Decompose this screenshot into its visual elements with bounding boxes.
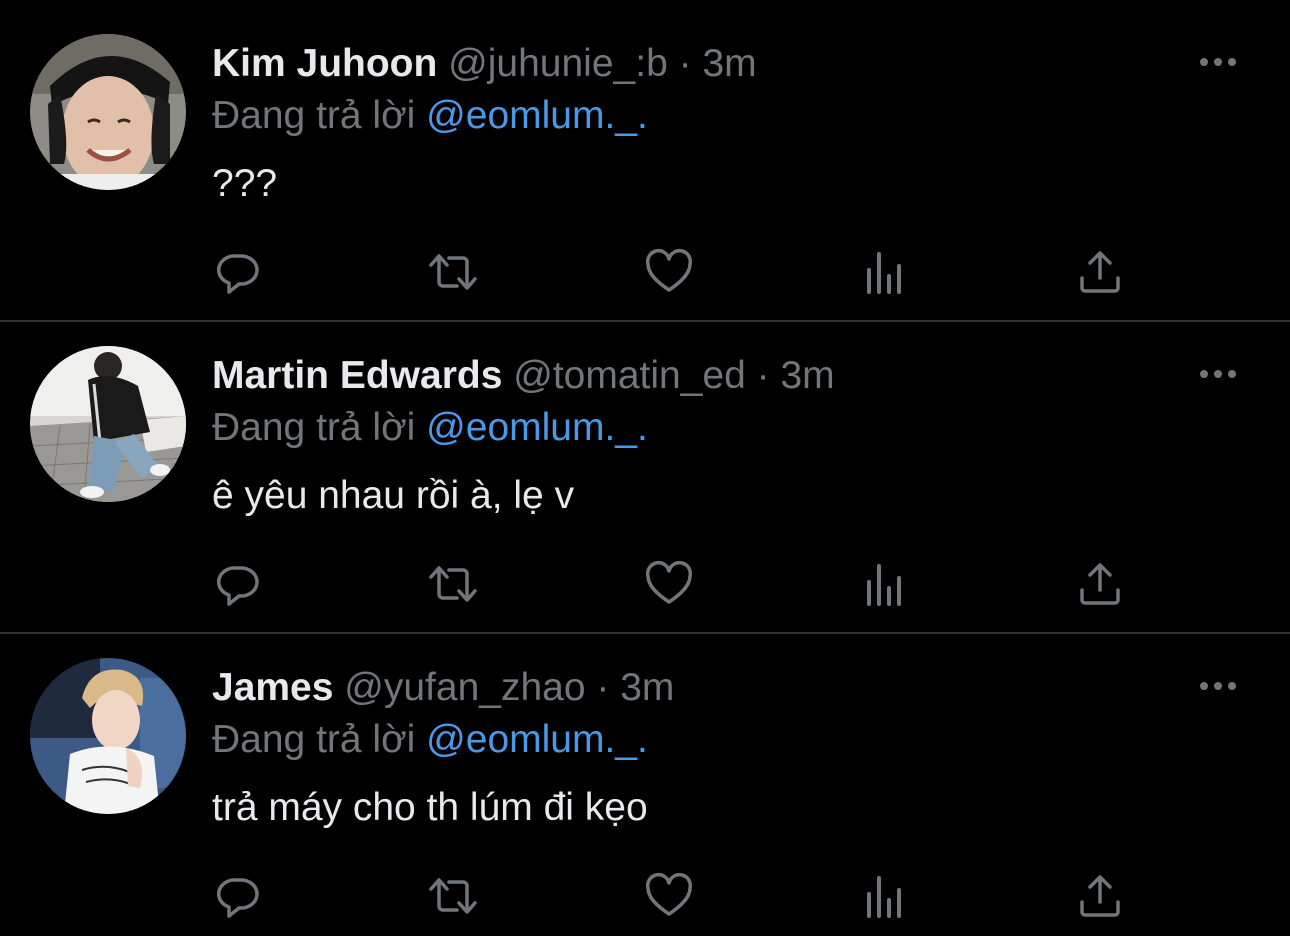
timestamp[interactable]: 3m xyxy=(780,354,834,397)
like-icon[interactable] xyxy=(643,558,695,610)
separator-dot: · xyxy=(678,42,692,85)
replying-to-line: Đang trả lời @eomlum._. xyxy=(212,716,648,764)
replying-to-line: Đang trả lời @eomlum._. xyxy=(212,92,648,140)
tweet-actions xyxy=(0,558,1290,610)
like-icon[interactable] xyxy=(643,870,695,922)
replying-to-label: Đang trả lời xyxy=(212,718,416,761)
tweet-text: ê yêu nhau rồi à, lẹ v xyxy=(212,474,575,517)
display-name[interactable]: Kim Juhoon xyxy=(212,42,437,85)
more-options-icon[interactable] xyxy=(1198,52,1238,72)
mention-link[interactable]: @eomlum._. xyxy=(426,94,648,137)
tweet-text: trả máy cho th lúm đi kẹo xyxy=(212,786,648,829)
tweet-header: Kim Juhoon @juhunie_:b · 3m xyxy=(212,40,757,88)
avatar[interactable] xyxy=(30,34,186,190)
retweet-icon[interactable] xyxy=(427,558,479,610)
share-icon[interactable] xyxy=(1074,558,1126,610)
retweet-icon[interactable] xyxy=(427,870,479,922)
tweet-header: James @yufan_zhao · 3m xyxy=(212,664,674,712)
share-icon[interactable] xyxy=(1074,870,1126,922)
timestamp[interactable]: 3m xyxy=(620,666,674,709)
more-options-icon[interactable] xyxy=(1198,364,1238,384)
reply-icon[interactable] xyxy=(211,246,263,298)
separator-dot: · xyxy=(596,666,610,709)
tweet-text: ??? xyxy=(212,162,278,205)
tweet-actions xyxy=(0,870,1290,922)
tweet-header: Martin Edwards @tomatin_ed · 3m xyxy=(212,352,835,400)
display-name[interactable]: Martin Edwards xyxy=(212,354,502,397)
reply-icon[interactable] xyxy=(211,870,263,922)
stats-icon[interactable] xyxy=(859,558,911,610)
more-options-icon[interactable] xyxy=(1198,676,1238,696)
stats-icon[interactable] xyxy=(859,246,911,298)
replying-to-line: Đang trả lời @eomlum._. xyxy=(212,404,648,452)
avatar[interactable] xyxy=(30,346,186,502)
tweet[interactable]: Kim Juhoon @juhunie_:b · 3m Đang trả lời… xyxy=(0,0,1290,312)
reply-feed: Kim Juhoon @juhunie_:b · 3m Đang trả lời… xyxy=(0,0,1290,927)
separator-dot: · xyxy=(756,354,770,397)
replying-to-label: Đang trả lời xyxy=(212,94,416,137)
display-name[interactable]: James xyxy=(212,666,333,709)
avatar[interactable] xyxy=(30,658,186,814)
share-icon[interactable] xyxy=(1074,246,1126,298)
replying-to-label: Đang trả lời xyxy=(212,406,416,449)
mention-link[interactable]: @eomlum._. xyxy=(426,406,648,449)
retweet-icon[interactable] xyxy=(427,246,479,298)
tweet[interactable]: Martin Edwards @tomatin_ed · 3m Đang trả… xyxy=(0,312,1290,624)
username-handle[interactable]: @juhunie_:b xyxy=(448,42,668,85)
reply-icon[interactable] xyxy=(211,558,263,610)
mention-link[interactable]: @eomlum._. xyxy=(426,718,648,761)
stats-icon[interactable] xyxy=(859,870,911,922)
tweet-actions xyxy=(0,246,1290,298)
username-handle[interactable]: @tomatin_ed xyxy=(513,354,746,397)
tweet[interactable]: James @yufan_zhao · 3m Đang trả lời @eom… xyxy=(0,624,1290,936)
username-handle[interactable]: @yufan_zhao xyxy=(344,666,585,709)
like-icon[interactable] xyxy=(643,246,695,298)
timestamp[interactable]: 3m xyxy=(702,42,756,85)
